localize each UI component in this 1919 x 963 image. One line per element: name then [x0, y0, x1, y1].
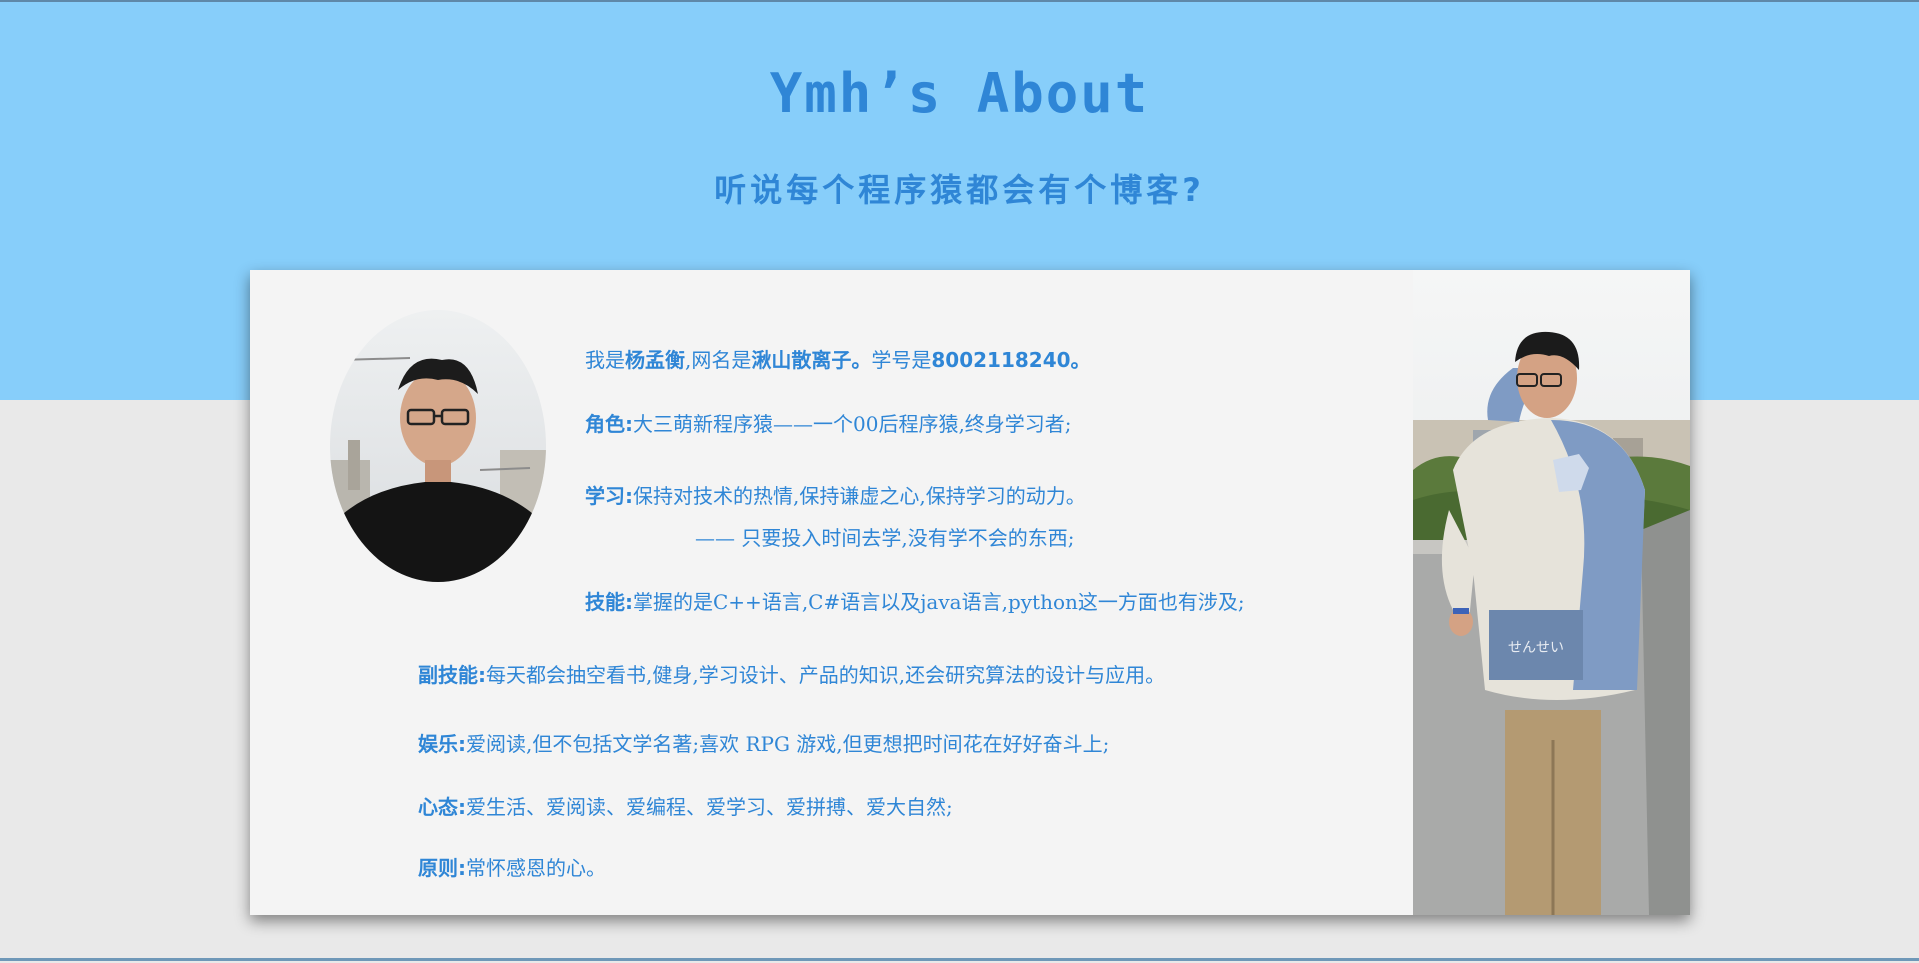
role-line: 角色:大三萌新程序猿——一个00后程序猿,终身学习者; [585, 408, 1072, 437]
role-label: 角色: [585, 412, 633, 436]
mindset-text: 爱生活、爱阅读、爱编程、爱学习、爱拼搏、爱大自然; [466, 795, 953, 819]
principle-text: 常怀感恩的心。 [466, 856, 606, 880]
hobby-label: 娱乐: [418, 732, 466, 756]
nickname: 湫山散离子。 [751, 348, 872, 372]
student-id-prefix: 学号是 [871, 348, 932, 372]
skills-label: 技能: [585, 590, 633, 614]
role-text: 大三萌新程序猿——一个00后程序猿,终身学习者; [633, 412, 1072, 436]
hoodie-text: せんせい [1508, 640, 1564, 656]
intro-prefix: 我是 [585, 348, 625, 372]
mindset-line: 心态:爱生活、爱阅读、爱编程、爱学习、爱拼搏、爱大自然; [418, 791, 953, 820]
bottom-border [0, 958, 1919, 961]
study-quote: —— 只要投入时间去学,没有学不会的东西; [695, 526, 1075, 550]
principle-label: 原则: [418, 856, 466, 880]
nickname-prefix: ,网名是 [685, 348, 752, 372]
about-card: 我是杨孟衡,网名是湫山散离子。学号是8002118240。 角色:大三萌新程序猿… [250, 270, 1690, 915]
profile-photo: せんせい [1413, 270, 1690, 915]
page-subtitle: 听说每个程序猿都会有个博客? [714, 171, 1205, 209]
page-title: Ymh’s About [769, 62, 1150, 125]
side-skills-line: 副技能:每天都会抽空看书,健身,学习设计、产品的知识,还会研究算法的设计与应用。 [418, 659, 1165, 688]
side-skills-text: 每天都会抽空看书,健身,学习设计、产品的知识,还会研究算法的设计与应用。 [486, 663, 1166, 687]
avatar [330, 310, 546, 582]
student-id: 8002118240。 [931, 348, 1091, 372]
hobby-text: 爱阅读,但不包括文学名著;喜欢 RPG 游戏,但更想把时间花在好好奋斗上; [466, 732, 1110, 756]
hobby-line: 娱乐:爱阅读,但不包括文学名著;喜欢 RPG 游戏,但更想把时间花在好好奋斗上; [418, 728, 1109, 757]
study-text: 保持对技术的热情,保持谦虚之心,保持学习的动力。 [633, 484, 1086, 508]
mindset-label: 心态: [418, 795, 466, 819]
principle-line: 原则:常怀感恩的心。 [418, 852, 606, 881]
study-label: 学习: [585, 484, 633, 508]
skills-text: 掌握的是C++语言,C#语言以及java语言,python这一方面也有涉及; [633, 590, 1245, 614]
skills-line: 技能:掌握的是C++语言,C#语言以及java语言,python这一方面也有涉及… [585, 586, 1245, 615]
real-name: 杨孟衡 [625, 348, 685, 372]
intro-line: 我是杨孟衡,网名是湫山散离子。学号是8002118240。 [585, 344, 1091, 373]
side-skills-label: 副技能: [418, 663, 486, 687]
study-line: 学习:保持对技术的热情,保持谦虚之心,保持学习的动力。 [585, 480, 1086, 509]
